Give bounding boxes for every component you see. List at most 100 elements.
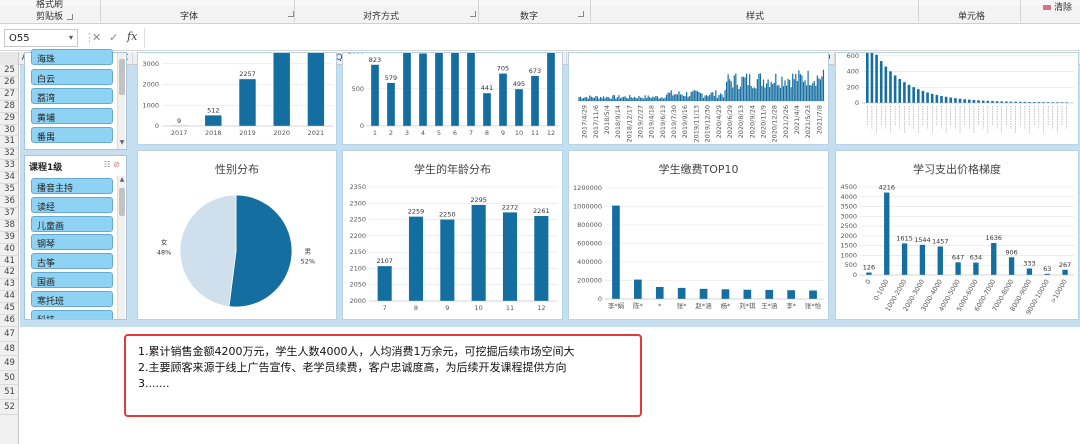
row-header-30[interactable]: 30 (0, 125, 19, 137)
row-header-36[interactable]: 36 (0, 196, 19, 208)
row-header-29[interactable]: 29 (0, 113, 19, 125)
x-tick-label: * (658, 302, 662, 310)
slicer-item[interactable]: 儿童画 (31, 215, 113, 232)
slicer-item[interactable]: 古筝 (31, 253, 113, 270)
x-tick-label: 3 (405, 129, 409, 137)
slicer-item[interactable]: 寒托班 (31, 290, 113, 307)
x-tick-label: 2018 (205, 129, 222, 137)
slicer-item[interactable]: 国画 (31, 272, 113, 288)
multi-select-icon[interactable]: ☷ ⊘ (104, 160, 120, 169)
slicer-item[interactable]: 海珠 (31, 49, 113, 65)
row-header-47[interactable]: 47 (0, 327, 19, 342)
slicer-item[interactable]: 荔湾 (31, 88, 113, 104)
row-header-25[interactable]: 25 (0, 65, 19, 77)
summary-line-3: 3....... (138, 377, 170, 390)
enter-icon[interactable]: ✓ (109, 31, 118, 44)
row-header-45[interactable]: 45 (0, 303, 19, 316)
data-label: 512 (207, 106, 219, 114)
x-tick-label: 2020/8/13 (737, 105, 745, 138)
cancel-icon[interactable]: ✕ (92, 31, 101, 44)
formula-input[interactable] (144, 28, 1074, 48)
y-tick-label: 2500 (840, 222, 857, 230)
y-tick-label: 1000 (347, 53, 364, 56)
row-header-43[interactable]: 43 (0, 279, 19, 292)
dialog-launcher-icon[interactable] (284, 9, 294, 19)
row-header-28[interactable]: 28 (0, 101, 19, 113)
dialog-launcher-icon[interactable] (574, 9, 584, 19)
slicer-item[interactable]: 读经 (31, 196, 113, 213)
row-header-37[interactable]: 37 (0, 208, 19, 220)
row-header-32[interactable]: 32 (0, 148, 19, 161)
row-header-46[interactable]: 46 (0, 315, 19, 327)
bar (377, 266, 392, 301)
dialog-launcher-icon[interactable] (67, 13, 74, 20)
row-header-38[interactable]: 38 (0, 220, 19, 232)
row-header-49[interactable]: 49 (0, 356, 19, 371)
bar (875, 54, 878, 103)
y-tick-label: 1500 (840, 242, 857, 250)
chart-month-panel[interactable]: 0500100018232579349755678441970510495116… (342, 33, 563, 145)
row-header-52[interactable]: 52 (0, 400, 19, 415)
scroll-up-icon[interactable]: ▲ (118, 176, 126, 183)
bar (866, 272, 872, 275)
chart-price-panel[interactable]: 学习支出价格梯度 0 500 1000 1500 2000 2500 3000 3500 400… (835, 150, 1079, 320)
row-header-44[interactable]: 44 (0, 291, 19, 304)
row-header-35[interactable]: 35 (0, 184, 19, 196)
district-slicer[interactable]: 海珠白云荔湾黄埔番禺 ▼ (24, 49, 127, 150)
slicer-item[interactable]: 播音主持 (31, 178, 113, 194)
row-header-51[interactable]: 51 (0, 385, 19, 400)
scrollbar-thumb[interactable] (119, 188, 125, 216)
chevron-down-icon[interactable]: ▾ (69, 33, 73, 42)
chart-year-panel[interactable]: 0100020003000400020179201851220192257202… (137, 39, 337, 145)
x-tick-label: 4 (421, 129, 425, 137)
row-header-31[interactable]: 31 (0, 136, 19, 149)
chart-age-bars: 2000 2050 2100 2150 2200 2250 2300 2350 7 2107 8 22… (349, 183, 557, 312)
chart-age-panel[interactable]: 学生的年龄分布 2000 2050 2100 2150 2200 2250 2300 2350… (342, 150, 563, 320)
data-label: 2250 (439, 211, 456, 219)
clear-filter-icon[interactable]: ⊘ (113, 160, 120, 169)
chart-gender-panel[interactable]: 性别分布 男 52% 女 48% (137, 150, 337, 320)
clear-button[interactable]: 清除 (1042, 0, 1072, 13)
insert-function-icon[interactable]: fx (127, 30, 137, 43)
row-header-40[interactable]: 40 (0, 244, 19, 256)
data-label: 2259 (408, 208, 425, 216)
course-slicer[interactable]: 课程1级 ☷ ⊘ 播音主持读经儿童画钢琴古筝国画寒托班科技 ▲ (24, 155, 127, 320)
data-label: 126 (863, 264, 875, 272)
x-tick-label: 赵*涵 (695, 301, 711, 310)
chart-top10-bars: 0 200000 400000 600000 800000 1000000 1200000 李… (573, 184, 824, 310)
row-header-50[interactable]: 50 (0, 371, 19, 386)
bar (787, 290, 795, 299)
y-tick-label: 400000 (577, 258, 602, 266)
bar (809, 290, 817, 299)
row-header-27[interactable]: 27 (0, 89, 19, 101)
bar (937, 246, 943, 275)
slicer-item[interactable]: 钢琴 (31, 234, 113, 251)
slicer-item[interactable]: 番禺 (31, 127, 113, 143)
summary-text-box[interactable]: 1.累计销售金额4200万元，学生人数4000人，人均消费1万余元，可挖掘后续市… (124, 334, 642, 417)
chart-daily-panel[interactable]: 2017/4/29 2017/11/6 2018/5/4 2018/9/14 2018/… (568, 52, 829, 145)
bar (531, 75, 539, 126)
row-header-48[interactable]: 48 (0, 342, 19, 357)
bar (677, 287, 686, 299)
x-tick-label: 2019/12/30 (704, 105, 712, 142)
slicer-item[interactable]: 科技 (31, 309, 113, 319)
chart-course-panel[interactable]: 0 200 400 600 (835, 48, 1079, 145)
slicer-scrollbar[interactable]: ▲ (117, 176, 126, 319)
row-header-34[interactable]: 34 (0, 172, 19, 185)
row-header-26[interactable]: 26 (0, 77, 19, 89)
row-header-39[interactable]: 39 (0, 232, 19, 244)
name-box[interactable]: O55 ▾ (4, 29, 78, 47)
row-header-33[interactable]: 33 (0, 160, 19, 173)
slicer-item[interactable]: 黄埔 (31, 107, 113, 124)
row-header-41[interactable]: 41 (0, 256, 19, 268)
chart-top10-panel[interactable]: 学生缴费TOP10 0 200000 400000 600000 800000 10000… (568, 150, 829, 320)
dialog-launcher-icon[interactable] (466, 9, 476, 19)
scrollbar-thumb[interactable] (119, 59, 125, 95)
slicer-scrollbar[interactable]: ▼ (117, 53, 125, 149)
y-tick-label: 2000 (349, 297, 366, 305)
bar (930, 93, 934, 103)
select-all-corner[interactable] (0, 52, 19, 65)
slicer-item[interactable]: 白云 (31, 68, 113, 85)
scroll-down-icon[interactable]: ▼ (118, 139, 126, 146)
row-header-42[interactable]: 42 (0, 267, 19, 280)
